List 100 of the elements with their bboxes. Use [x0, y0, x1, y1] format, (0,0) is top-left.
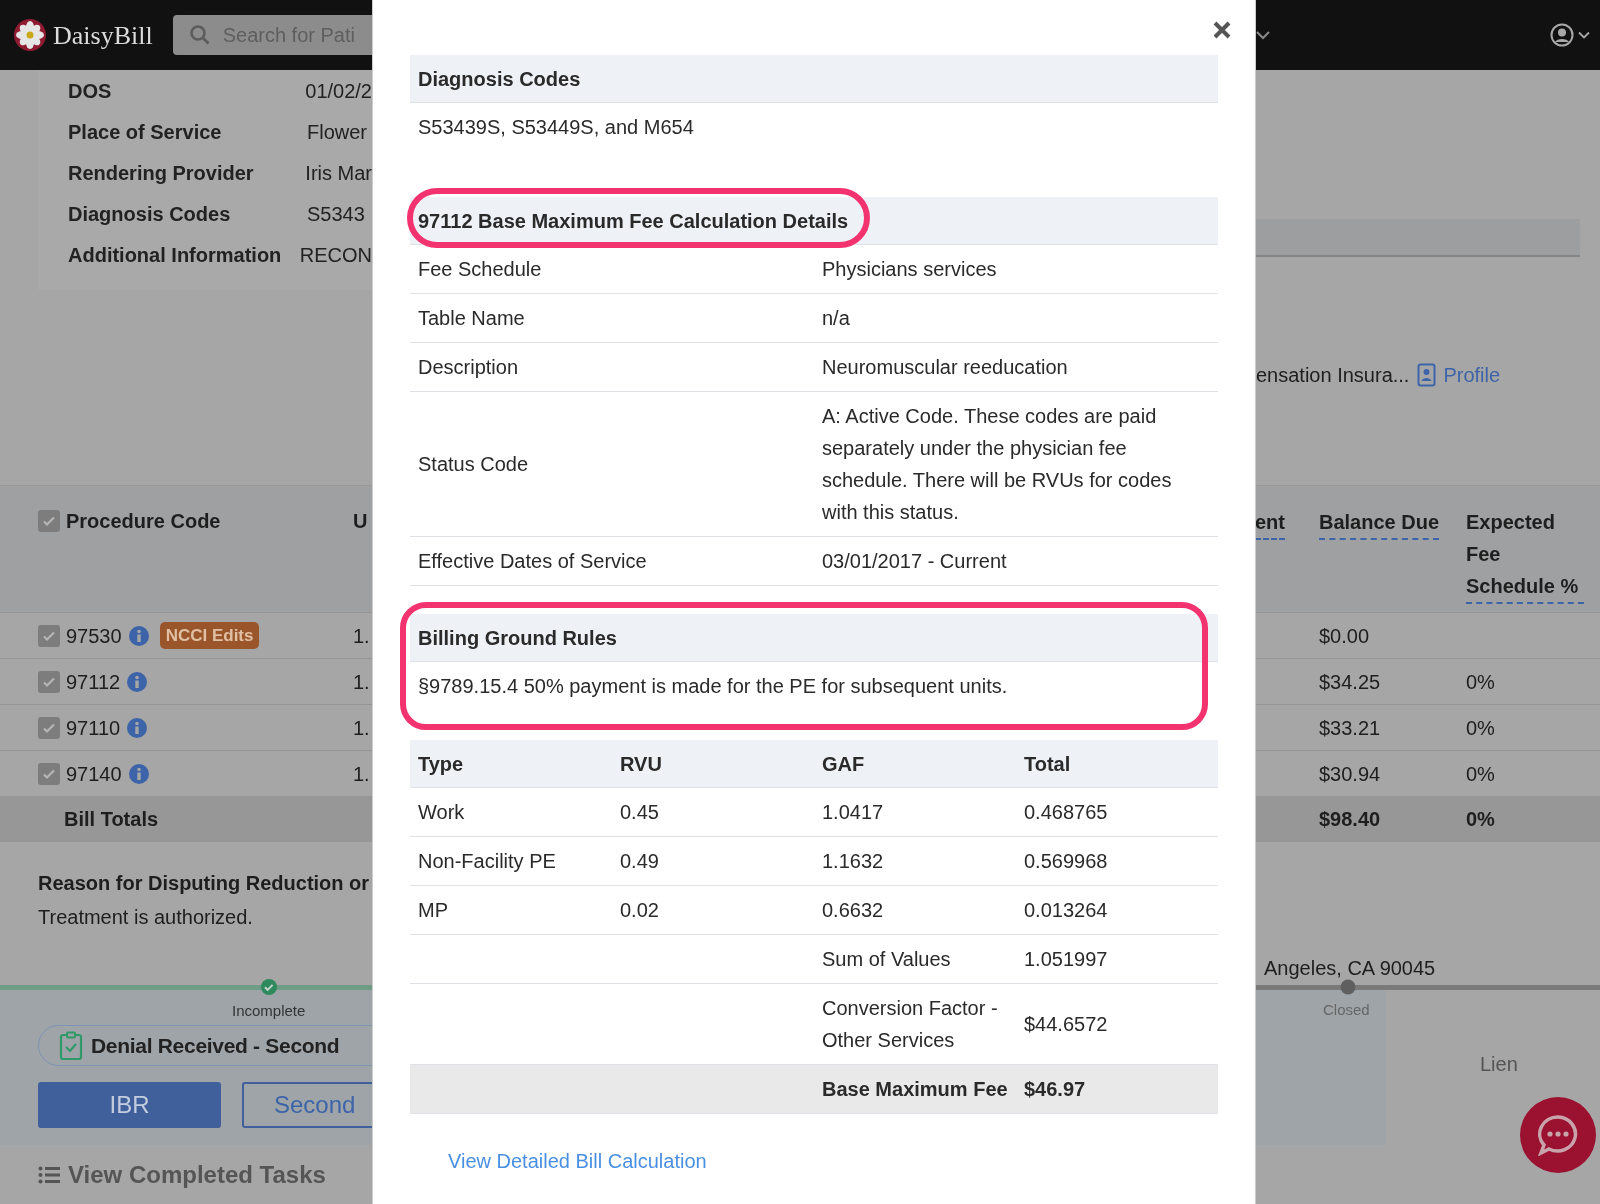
chat-bubble-icon	[1536, 1114, 1580, 1156]
field-label: Fee Schedule	[418, 258, 542, 280]
summary-label: Base Maximum Fee	[822, 1078, 1008, 1100]
contact-card-icon	[1417, 363, 1438, 387]
section-header: Billing Ground Rules	[410, 614, 1218, 662]
user-menu[interactable]	[1550, 23, 1590, 47]
column-header[interactable]: ent	[1256, 506, 1285, 540]
detail-value: S5343	[307, 201, 365, 227]
totals-label: Bill Totals	[64, 807, 159, 832]
summary-value: 1.051997	[1024, 948, 1108, 970]
field-value: 03/01/2017 - Current	[822, 550, 1007, 572]
section-header: 97112 Base Maximum Fee Calculation Details	[418, 208, 849, 234]
table-cell: 0.45	[620, 801, 659, 823]
procedure-code: 97530	[66, 623, 122, 649]
balance-due-cell-text: $98.40	[1319, 807, 1382, 832]
field-value: Neuromuscular reeducation	[822, 356, 1068, 378]
task-title: Denial Received - Second	[91, 1032, 340, 1059]
detail-value: 01/02/2	[305, 78, 372, 104]
field-value: Physicians services	[822, 258, 997, 280]
balance-due-cell-text: $33.21	[1319, 715, 1382, 741]
checkbox[interactable]	[38, 762, 60, 785]
table-cell: 0.02	[620, 899, 659, 921]
detail-label: Diagnosis Codes	[68, 201, 232, 227]
table-cell: 1.1632	[822, 850, 884, 872]
column-header: Total	[1024, 752, 1071, 775]
detail-value: Iris Mar	[305, 160, 372, 186]
info-icon[interactable]	[126, 670, 149, 693]
column-header[interactable]: U	[353, 506, 368, 536]
task-button[interactable]: IBR	[38, 1082, 221, 1128]
list-icon	[38, 1166, 60, 1184]
chevron-down-icon[interactable]	[1256, 30, 1270, 40]
user-icon	[1550, 23, 1574, 47]
table-cell: Non-Facility PE	[418, 850, 556, 872]
reason-text: Treatment is authorized.	[38, 905, 254, 930]
balance-due-cell-text: $0.00	[1319, 623, 1371, 649]
field-value: A: Active Code. These codes are paid separately under the physician fee schedule. There will be RVUs for codes with this status.	[822, 405, 1172, 523]
ground-rule-text: §9789.15.4 50% payment is made for the PE for subsequent units.	[418, 674, 1008, 699]
summary-label: Conversion Factor - Other Services	[822, 997, 998, 1051]
table-cell: Work	[418, 801, 465, 823]
expected-percent-cell-text: 0%	[1466, 715, 1495, 741]
info-icon[interactable]	[127, 624, 150, 647]
procedure-code: 97110	[66, 715, 121, 741]
chevron-down-icon	[1578, 31, 1590, 39]
ncci-badge[interactable]: NCCI Edits	[159, 621, 260, 650]
expected-percent-cell-text: 0%	[1466, 807, 1495, 832]
column-header: RVU	[620, 752, 662, 775]
detail-label: Place of Service	[68, 119, 223, 145]
detail-label: DOS	[68, 78, 113, 104]
detail-label: Rendering Provider	[68, 160, 255, 186]
balance-due-cell-text: $34.25	[1319, 669, 1382, 695]
field-value: n/a	[822, 307, 850, 329]
info-icon[interactable]	[127, 762, 150, 785]
detail-value: RECON	[299, 242, 372, 268]
search-icon	[188, 24, 211, 46]
procedure-code: 97112	[66, 669, 121, 695]
bill-calculation-link[interactable]: View Detailed Bill Calculation	[448, 1150, 707, 1172]
units-cell-text: 1.	[353, 669, 370, 695]
table-cell: 0.013264	[1024, 899, 1108, 921]
summary-label: Sum of Values	[822, 948, 951, 970]
insurer-name: ensation Insura...	[1256, 363, 1410, 388]
step-label: Closed	[1323, 1000, 1370, 1020]
table-cell: 0.49	[620, 850, 659, 872]
logo-text[interactable]: DaisyBill	[53, 15, 153, 55]
column-header: GAF	[822, 752, 865, 775]
units-cell-text: 1.	[353, 761, 370, 787]
column-header[interactable]: Balance Due	[1319, 506, 1440, 540]
field-label: Table Name	[418, 307, 525, 329]
section-header: Diagnosis Codes	[410, 55, 1218, 103]
diagnosis-codes-text: S53439S, S53449S, and M654	[418, 114, 694, 140]
table-cell: 0.569968	[1024, 850, 1108, 872]
column-header[interactable]: Procedure Code	[66, 506, 221, 536]
procedure-code: 97140	[66, 761, 122, 787]
check-icon	[42, 514, 56, 528]
clipboard-check-icon	[59, 1030, 83, 1061]
detail-value: Flower	[307, 119, 367, 145]
close-icon[interactable]	[1213, 21, 1231, 39]
column-header: Type	[418, 752, 464, 775]
summary-value: $44.6572	[1024, 1013, 1108, 1035]
table-cell: MP	[418, 899, 448, 921]
field-label: Description	[418, 356, 519, 378]
step-label: Incomplete	[232, 1001, 306, 1021]
column-header[interactable]: Expected Fee Schedule %	[1466, 506, 1584, 604]
checkbox[interactable]	[38, 670, 60, 693]
balance-due-cell-text: $30.94	[1319, 761, 1382, 787]
field-label: Status Code	[418, 453, 529, 475]
address-text: Angeles, CA 90045	[1264, 956, 1436, 980]
summary-value: $46.97	[1024, 1078, 1086, 1100]
info-icon[interactable]	[126, 716, 149, 739]
expected-percent-cell-text: 0%	[1466, 669, 1495, 695]
units-cell-text: 1.	[353, 623, 370, 649]
detail-label: Additional Information	[68, 242, 283, 268]
table-cell: 0.468765	[1024, 801, 1108, 823]
checkbox[interactable]	[38, 510, 60, 532]
expected-percent-cell-text: 0%	[1466, 761, 1495, 787]
table-cell: 1.0417	[822, 801, 884, 823]
flower-logo-icon[interactable]	[13, 18, 47, 52]
checkbox[interactable]	[38, 716, 60, 739]
checkbox[interactable]	[38, 624, 60, 647]
lien-label: Lien	[1480, 1052, 1518, 1077]
field-label: Effective Dates of Service	[418, 550, 647, 572]
